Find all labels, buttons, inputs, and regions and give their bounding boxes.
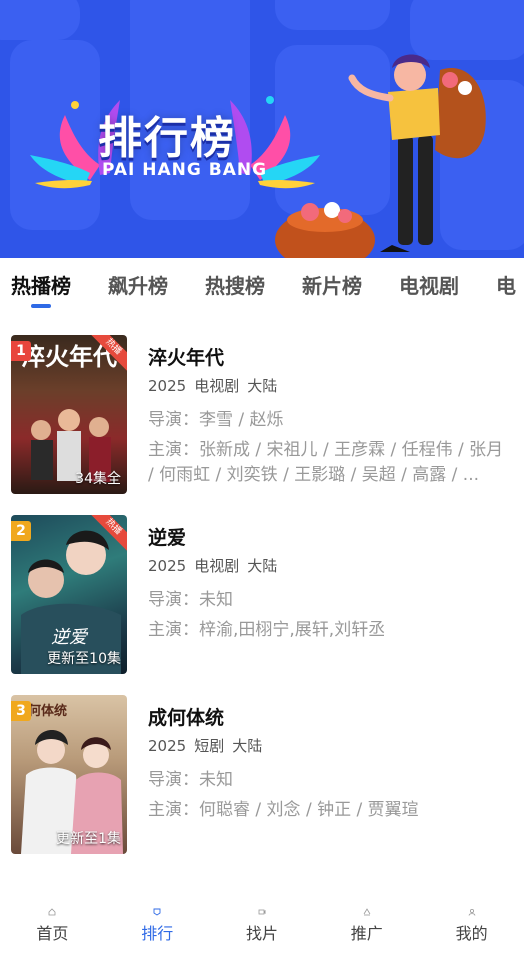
item-meta: 2025 电视剧 大陆 [148,556,508,576]
item-type: 电视剧 [194,557,240,575]
ranking-tabs: 热播榜 飙升榜 热搜榜 新片榜 电视剧 电 [0,258,524,314]
poster-image[interactable]: 成何体统 3 更新至1集 [11,695,127,854]
rank-badge: 2 [11,521,31,541]
profile-icon [468,908,475,916]
rank-badge: 1 [11,341,31,361]
bottom-navigation: 首页 排行 找片 推广 我的 [0,902,524,954]
nav-home[interactable]: 首页 [0,902,105,954]
tab-label: 飙升榜 [108,274,168,298]
item-director: 导演：未知 [148,770,233,790]
list-item[interactable]: 成何体统 3 更新至1集 成何体统 2025 短剧 大陆 导演：未知 主演：何聪睿 … [0,678,524,854]
item-year: 2025 [148,737,187,755]
tab-label: 电 [496,274,516,298]
item-cast: 主演：张新成 / 宋祖儿 / 王彦霖 / 任程伟 / 张月 / 何雨虹 / 刘奕… [148,440,504,485]
poster-image[interactable]: 逆爱 2 热播 更新至10集 [11,515,127,674]
promote-icon [363,908,371,916]
item-meta: 2025 电视剧 大陆 [148,376,508,396]
svg-text:逆爱: 逆爱 [51,627,89,648]
tab-rising[interactable]: 飙升榜 [108,258,168,314]
banner-subtitle: PAI HANG BANG [102,160,268,180]
nav-label: 推广 [350,924,383,943]
nav-promote[interactable]: 推广 [314,902,419,954]
episode-status: 34集全 [75,471,121,487]
nav-label: 找片 [245,924,278,943]
item-title[interactable]: 淬火年代 [148,344,508,372]
home-icon [48,908,56,916]
nav-label: 首页 [36,924,69,943]
tab-hot-search[interactable]: 热搜榜 [205,258,265,314]
tab-label: 热播榜 [11,274,71,298]
item-region: 大陆 [247,557,278,575]
nav-label: 排行 [141,924,174,943]
character-illustration [275,54,486,258]
nav-find-movie[interactable]: 找片 [210,902,315,954]
banner-title: 排行榜 [98,113,236,164]
item-info: 淬火年代 2025 电视剧 大陆 导演：李雪 / 赵烁 主演：张新成 / 宋祖儿 /… [148,344,508,488]
item-type: 电视剧 [194,377,240,395]
rank-badge: 3 [11,701,31,721]
item-director: 导演：未知 [148,590,233,610]
episode-status: 更新至10集 [47,651,121,667]
item-meta: 2025 短剧 大陆 [148,736,508,756]
item-cast: 主演：何聪睿 / 刘念 / 钟正 / 贾翼瑄 [148,800,419,820]
item-director: 导演：李雪 / 赵烁 [148,410,284,430]
list-item[interactable]: 淬火年代 1 热播 34集全 淬火年代 2025 电视剧 大陆 导演：李雪 / 赵烁… [0,318,524,494]
item-title[interactable]: 成何体统 [148,704,508,732]
poster-image[interactable]: 淬火年代 1 热播 34集全 [11,335,127,494]
nav-profile[interactable]: 我的 [419,902,524,954]
item-info: 逆爱 2025 电视剧 大陆 导演：未知 主演：梓渝,田栩宁,展轩,刘轩丞 [148,524,508,643]
list-item[interactable]: 逆爱 2 热播 更新至10集 逆爱 2025 电视剧 大陆 导演：未知 主演：梓渝,… [0,498,524,674]
item-info: 成何体统 2025 短剧 大陆 导演：未知 主演：何聪睿 / 刘念 / 钟正 / 贾… [148,704,508,823]
item-year: 2025 [148,377,187,395]
item-year: 2025 [148,557,187,575]
nav-label: 我的 [455,924,488,943]
tab-new[interactable]: 新片榜 [302,258,362,314]
item-region: 大陆 [232,737,263,755]
item-title[interactable]: 逆爱 [148,524,508,552]
tab-more[interactable]: 电 [496,258,516,314]
tab-label: 热搜榜 [205,274,265,298]
active-tab-indicator [31,304,51,308]
item-cast: 主演：梓渝,田栩宁,展轩,刘轩丞 [148,620,386,640]
tab-tv-series[interactable]: 电视剧 [399,258,459,314]
tab-label: 新片榜 [302,274,362,298]
tab-hot-play[interactable]: 热播榜 [11,258,71,314]
tab-label: 电视剧 [399,274,459,298]
ranking-icon [153,908,161,916]
nav-ranking[interactable]: 排行 [105,902,210,954]
item-type: 短剧 [194,737,225,755]
item-region: 大陆 [247,377,278,395]
ranking-banner: 排行榜 PAI HANG BANG [0,0,524,258]
episode-status: 更新至1集 [56,831,121,847]
find-movie-icon [258,909,266,915]
